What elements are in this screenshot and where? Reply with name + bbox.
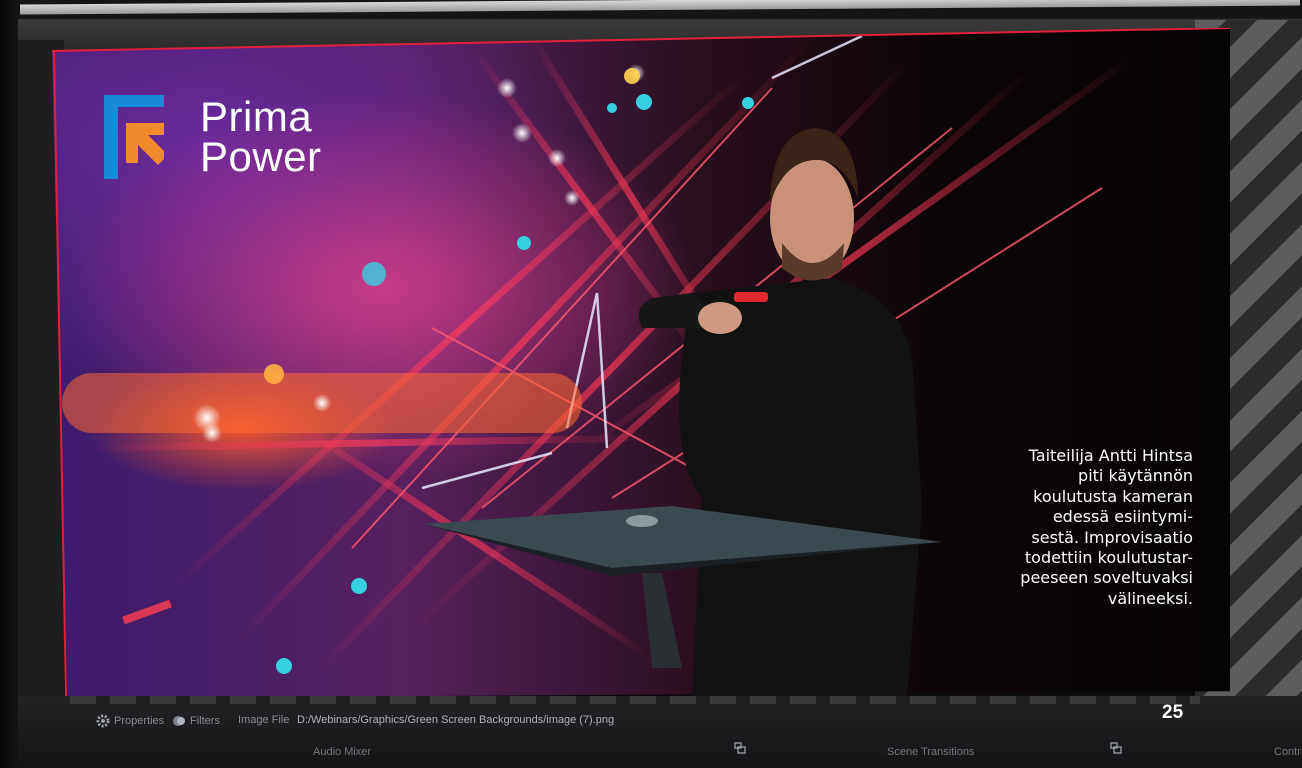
source-toolbar bbox=[18, 696, 1302, 768]
brand-name-line1: Prima bbox=[200, 93, 313, 140]
filters-label: Filters bbox=[190, 715, 220, 727]
image-file-text: Image File bbox=[238, 714, 290, 726]
caption-line: edessä esiintymi- bbox=[1052, 507, 1193, 527]
properties-button[interactable]: Properties bbox=[96, 714, 164, 728]
filter-icon bbox=[173, 716, 185, 726]
filters-button[interactable]: Filters bbox=[172, 714, 220, 728]
caption-line: sestä. Improvisaatio bbox=[1031, 527, 1193, 547]
scene-transitions-dock-title[interactable]: Scene Transitions bbox=[887, 746, 974, 758]
image-file-label: Image File bbox=[238, 714, 289, 726]
file-path-text: D:/Webinars/Graphics/Green Screen Backgr… bbox=[297, 714, 615, 726]
caption-line: välineeksi. bbox=[1107, 588, 1193, 608]
caption-line: todettiin koulutustar- bbox=[1024, 548, 1193, 568]
photo-caption: Taiteilija Antti Hintsa piti käytännön k… bbox=[985, 446, 1193, 609]
brand-name: Prima Power bbox=[200, 93, 322, 180]
caption-line: koulutusta kameran bbox=[1033, 486, 1193, 506]
brand-name-line2: Power bbox=[200, 133, 322, 180]
undock-icon[interactable] bbox=[1110, 742, 1122, 754]
page-number: 25 bbox=[1162, 702, 1184, 723]
caption-line: Taiteilija Antti Hintsa bbox=[1028, 446, 1193, 465]
gear-icon bbox=[96, 714, 110, 728]
undock-icon[interactable] bbox=[734, 742, 746, 754]
toolbar-divider bbox=[70, 696, 1200, 704]
properties-label: Properties bbox=[114, 715, 165, 727]
audio-mixer-dock-title[interactable]: Audio Mixer bbox=[313, 746, 371, 758]
monitor-bezel-left bbox=[0, 0, 18, 768]
presenter-figure bbox=[638, 128, 922, 698]
caption-line: piti käytännön bbox=[1078, 466, 1193, 486]
prima-power-logo: Prima Power bbox=[104, 95, 364, 185]
prima-power-logo-mark bbox=[104, 95, 164, 179]
caption-line: peeseen soveltuvaksi bbox=[1020, 568, 1193, 588]
controls-dock-title[interactable]: Contr bbox=[1274, 746, 1301, 758]
file-path-display[interactable]: D:/Webinars/Graphics/Green Screen Backgr… bbox=[297, 714, 614, 726]
